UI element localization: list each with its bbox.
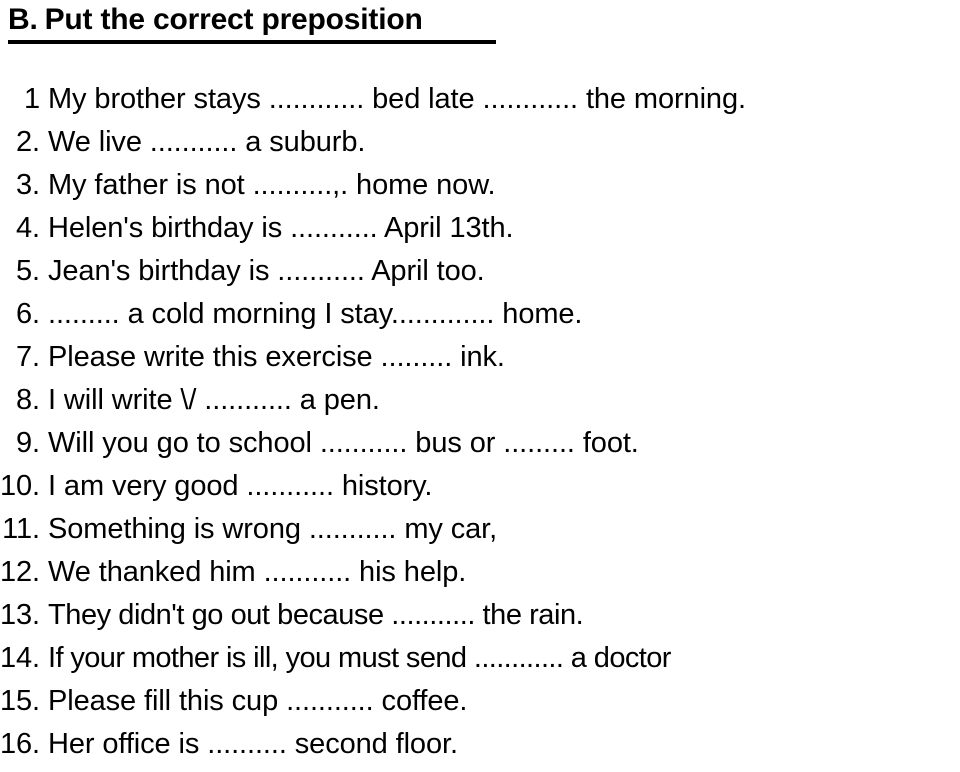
question-number: 6. bbox=[16, 298, 40, 330]
question-number: 1 bbox=[23, 83, 40, 115]
page-title: B. Put the correct preposition bbox=[8, 2, 423, 38]
question-row: 4. Helen's birthday is ........... April… bbox=[0, 207, 960, 250]
question-row: 6. ......... a cold morning I stay......… bbox=[0, 293, 960, 336]
question-text: I am very good ........... history. bbox=[48, 470, 433, 502]
question-text: If your mother is ill, you must send ...… bbox=[48, 642, 671, 674]
question-number: 8. bbox=[16, 384, 40, 416]
question-text: We thanked him ........... his help. bbox=[48, 556, 467, 588]
question-text: My father is not ..........,. home now. bbox=[48, 169, 496, 201]
question-row: 7. Please write this exercise ......... … bbox=[0, 336, 960, 379]
question-row: 3. My father is not ..........,. home no… bbox=[0, 164, 960, 207]
question-text: Please fill this cup ........... coffee. bbox=[48, 685, 468, 717]
question-number: 16. bbox=[0, 728, 41, 760]
question-row: 16. Her office is .......... second floo… bbox=[0, 723, 960, 766]
question-text: Her office is .......... second floor. bbox=[48, 728, 458, 760]
question-row: 2. We live ........... a suburb. bbox=[0, 121, 960, 164]
question-text: Please write this exercise ......... ink… bbox=[48, 341, 505, 373]
section-label: B. bbox=[8, 3, 38, 36]
question-number: 11. bbox=[2, 513, 40, 545]
question-text: My brother stays ............ bed late .… bbox=[48, 83, 746, 115]
question-text: Will you go to school ........... bus or… bbox=[48, 427, 639, 459]
question-row: 14. If your mother is ill, you must send… bbox=[0, 637, 960, 680]
question-number: 10. bbox=[0, 470, 41, 502]
worksheet-page: B. Put the correct preposition 1 My broth… bbox=[0, 0, 960, 772]
question-text: Jean's birthday is ........... April too… bbox=[48, 255, 485, 287]
title-underline bbox=[8, 40, 496, 44]
question-text: We live ........... a suburb. bbox=[48, 126, 366, 158]
question-row: 11. Something is wrong ........... my ca… bbox=[0, 508, 960, 551]
question-number: 3. bbox=[16, 169, 40, 201]
question-number: 7. bbox=[16, 341, 40, 373]
question-number: 9. bbox=[16, 427, 40, 459]
section-title: Put the correct preposition bbox=[44, 3, 423, 36]
question-number: 14. bbox=[0, 642, 41, 674]
question-row: 1 My brother stays ............ bed late… bbox=[0, 78, 960, 121]
question-row: 10. I am very good ........... history. bbox=[0, 465, 960, 508]
question-text: They didn't go out because ........... t… bbox=[48, 599, 584, 631]
question-row: 13. They didn't go out because .........… bbox=[0, 594, 960, 637]
question-row: 12. We thanked him ........... his help. bbox=[0, 551, 960, 594]
question-number: 4. bbox=[16, 212, 40, 244]
question-list: 1 My brother stays ............ bed late… bbox=[0, 78, 960, 766]
question-text: Something is wrong ........... my car, bbox=[48, 513, 498, 545]
question-row: 15. Please fill this cup ........... cof… bbox=[0, 680, 960, 723]
question-number: 5. bbox=[16, 255, 40, 287]
question-text: ......... a cold morning I stay.........… bbox=[48, 298, 583, 330]
question-number: 12. bbox=[0, 556, 41, 588]
question-row: 5. Jean's birthday is ........... April … bbox=[0, 250, 960, 293]
question-row: 9. Will you go to school ........... bus… bbox=[0, 422, 960, 465]
question-number: 13. bbox=[0, 599, 41, 631]
question-text: Helen's birthday is ........... April 13… bbox=[48, 212, 514, 244]
question-row: 8. I will write \/ ........... a pen. bbox=[0, 379, 960, 422]
question-number: 15. bbox=[0, 685, 41, 717]
question-text: I will write \/ ........... a pen. bbox=[48, 384, 380, 416]
question-number: 2. bbox=[16, 126, 40, 158]
